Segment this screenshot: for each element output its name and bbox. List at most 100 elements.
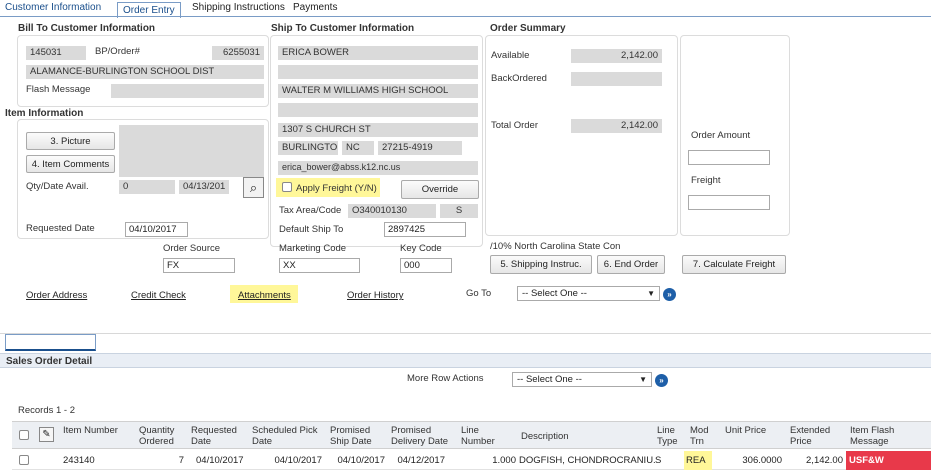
row-checkbox[interactable]: [19, 455, 29, 465]
end-order-button[interactable]: 6. End Order: [597, 255, 665, 274]
order-history-link[interactable]: Order History: [347, 290, 403, 301]
freight-label: Freight: [691, 175, 721, 186]
row-actions-select-value: -- Select One --: [517, 374, 582, 385]
picture-button[interactable]: 3. Picture: [26, 132, 115, 150]
col-quantity-ordered[interactable]: Quantity Ordered: [139, 425, 184, 447]
default-ship-to-input[interactable]: 2897425: [384, 222, 466, 237]
available-value: 2,142.00: [571, 49, 662, 63]
bp-order-label: BP/Order#: [95, 46, 140, 57]
cell-description: DOGFISH, CHONDROCRANIU...: [519, 455, 655, 466]
col-description[interactable]: Description: [521, 431, 641, 442]
select-all-checkbox[interactable]: [19, 430, 29, 440]
shipping-instructions-button[interactable]: 5. Shipping Instruc.: [490, 255, 592, 274]
order-source-input[interactable]: FX: [163, 258, 235, 273]
ship-to-header: Ship To Customer Information: [271, 23, 415, 34]
order-source-label: Order Source: [163, 243, 221, 254]
go-to-select-value: -- Select One --: [522, 288, 587, 299]
order-summary-header: Order Summary: [490, 23, 566, 34]
tab-sales-order-detail-frame: [5, 334, 96, 351]
available-label: Available: [491, 50, 530, 61]
calculate-freight-button[interactable]: 7. Calculate Freight: [682, 255, 786, 274]
ship-to-name: ERICA BOWER: [278, 46, 478, 60]
cell-item-number: 243140: [63, 455, 95, 466]
date-avail-value: 04/13/201: [179, 180, 229, 194]
backordered-value: [571, 72, 662, 86]
col-unit-price[interactable]: Unit Price: [725, 425, 770, 436]
col-item-number[interactable]: Item Number: [63, 425, 123, 436]
order-summary-panel: [485, 35, 678, 236]
ship-to-email: erica_bower@abss.k12.nc.us: [278, 161, 478, 175]
requested-date-label: Requested Date: [26, 223, 95, 234]
contract-text: /10% North Carolina State Con: [490, 241, 621, 252]
tax-area-value: O340010130: [348, 204, 436, 218]
marketing-code-label: Marketing Code: [279, 243, 347, 254]
item-comments-textarea[interactable]: [119, 125, 264, 177]
customer-name: ALAMANCE-BURLINGTON SCHOOL DIST: [26, 65, 264, 79]
cell-line-number: 1.000: [492, 455, 516, 466]
order-address-link[interactable]: Order Address: [26, 290, 87, 301]
go-to-button-icon[interactable]: »: [663, 288, 676, 301]
requested-date-input[interactable]: 04/10/2017: [125, 222, 188, 237]
apply-freight-label: Apply Freight (Y/N): [296, 183, 377, 194]
attachments-link[interactable]: Attachments: [238, 290, 291, 301]
key-code-input[interactable]: 000: [400, 258, 452, 273]
order-number: 6255031: [212, 46, 264, 60]
tab-customer-information[interactable]: Customer Information: [5, 2, 101, 13]
col-requested-date[interactable]: Requested Date: [191, 425, 246, 447]
tab-payments[interactable]: Payments: [293, 2, 337, 13]
backordered-label: BackOrdered: [491, 73, 547, 84]
item-comments-button[interactable]: 4. Item Comments: [26, 155, 115, 173]
row-actions-select[interactable]: -- Select One -- ▼: [512, 372, 652, 387]
cell-promised-ship-date: 04/10/2017: [337, 455, 385, 466]
cell-extended-price: 2,142.00: [806, 455, 843, 466]
bill-to-header: Bill To Customer Information: [18, 23, 156, 34]
tax-code-value: S: [440, 204, 478, 218]
cell-line-type: S: [655, 455, 662, 466]
tax-area-label: Tax Area/Code: [279, 205, 342, 216]
edit-columns-icon[interactable]: ✎: [39, 427, 54, 442]
col-extended-price[interactable]: Extended Price: [790, 425, 840, 447]
ship-to-city: BURLINGTOI: [278, 141, 338, 155]
row-actions-go-icon[interactable]: »: [655, 374, 668, 387]
total-order-label: Total Order: [491, 120, 538, 131]
col-line-number[interactable]: Line Number: [461, 425, 506, 447]
customer-number: 145031: [26, 46, 86, 60]
ship-to-line2: [278, 65, 478, 79]
col-scheduled-pick-date[interactable]: Scheduled Pick Date: [252, 425, 322, 447]
records-count: Records 1 - 2: [18, 405, 76, 416]
key-code-label: Key Code: [400, 243, 442, 254]
cell-quantity: 7: [178, 455, 184, 466]
freight-input[interactable]: [688, 195, 770, 210]
col-promised-delivery-date[interactable]: Promised Delivery Date: [391, 425, 456, 447]
cell-promised-delivery-date: 04/12/2017: [397, 455, 445, 466]
ship-to-school: WALTER M WILLIAMS HIGH SCHOOL: [278, 84, 478, 98]
cell-item-flash: USF&W: [849, 455, 884, 466]
override-button[interactable]: Override: [401, 180, 479, 199]
flash-message-value: [111, 84, 264, 98]
apply-freight-checkbox[interactable]: [282, 182, 292, 192]
order-amount-label: Order Amount: [691, 130, 751, 141]
qty-date-avail-label: Qty/Date Avail.: [26, 181, 89, 192]
ship-to-line4: [278, 103, 478, 117]
go-to-select[interactable]: -- Select One -- ▼: [517, 286, 660, 301]
go-to-label: Go To: [466, 288, 492, 299]
col-promised-ship-date[interactable]: Promised Ship Date: [330, 425, 385, 447]
tab-shipping-instructions[interactable]: Shipping Instructions: [192, 2, 285, 13]
ship-to-state: NC: [342, 141, 374, 155]
row-actions-arrow-icon: ▼: [639, 375, 647, 384]
sales-order-detail-bar: [0, 353, 931, 368]
bottom-tabs-divider: [0, 333, 931, 334]
default-ship-to-label: Default Ship To: [279, 224, 344, 235]
col-mod-trn[interactable]: Mod Trn: [690, 425, 715, 447]
order-amount-input[interactable]: [688, 150, 770, 165]
dropdown-arrow-icon: ▼: [647, 289, 655, 298]
credit-check-link[interactable]: Credit Check: [131, 290, 186, 301]
binoculars-icon[interactable]: ⌕: [243, 177, 264, 198]
marketing-code-input[interactable]: XX: [279, 258, 360, 273]
col-item-flash-message[interactable]: Item Flash Message: [850, 425, 920, 447]
tab-bar-divider: [0, 16, 931, 17]
col-line-type[interactable]: Line Type: [657, 425, 682, 447]
ship-to-street: 1307 S CHURCH ST: [278, 123, 478, 137]
ship-to-zip: 27215-4919: [378, 141, 462, 155]
total-order-value: 2,142.00: [571, 119, 662, 133]
